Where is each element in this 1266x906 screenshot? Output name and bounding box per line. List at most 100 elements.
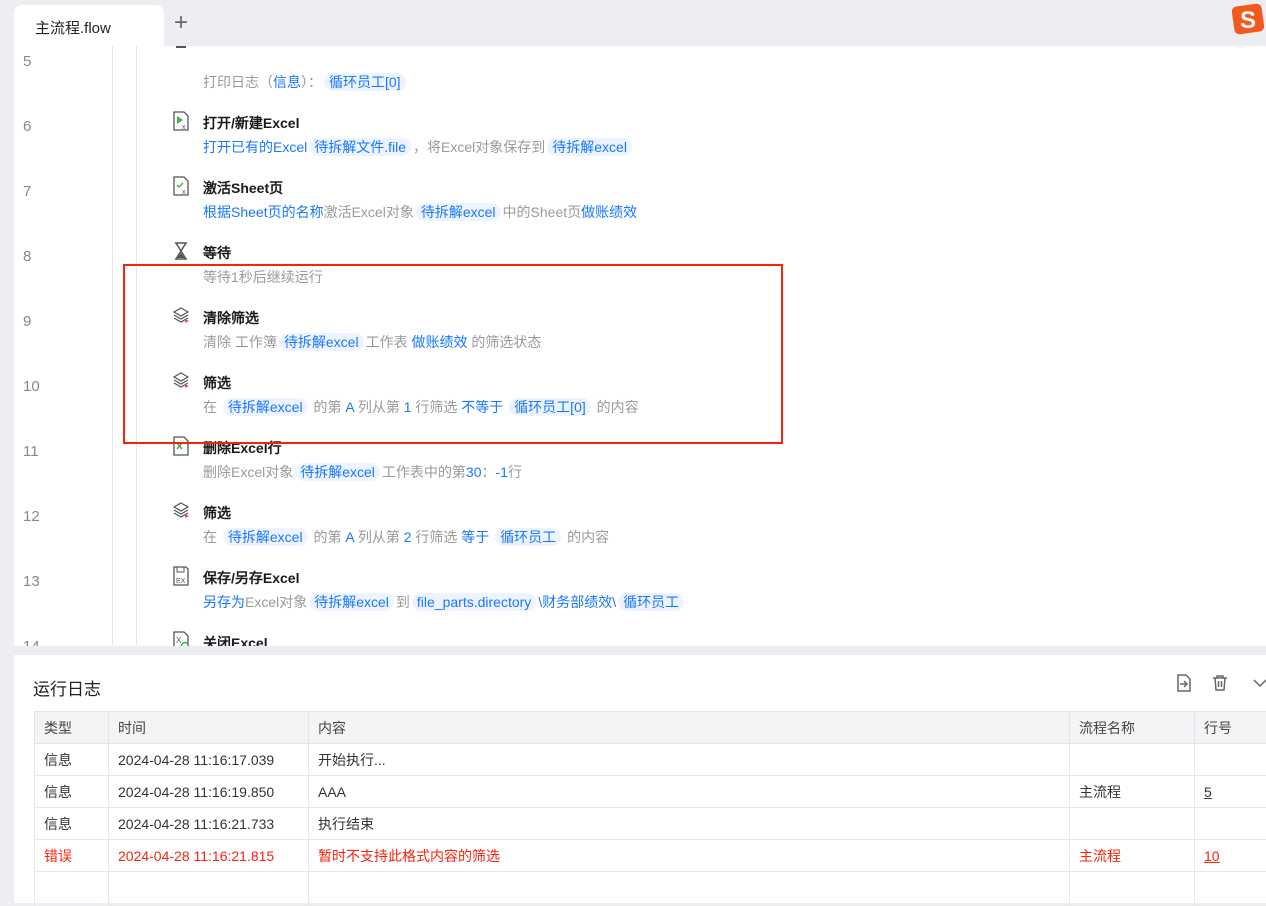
step-description: 删除Excel对象待拆解excel工作表中的第30：-1行 <box>203 462 522 482</box>
sogou-ime-logo-icon: S <box>1230 2 1266 36</box>
variable-chip[interactable]: 待拆解文件.file <box>309 138 411 156</box>
description-segment: 根据Sheet页的名称 <box>203 204 324 220</box>
description-segment: 信息 <box>273 74 301 90</box>
variable-chip[interactable]: 循环员工 <box>495 528 561 546</box>
filter-icon <box>172 501 190 521</box>
column-header[interactable]: 内容 <box>309 712 1070 744</box>
line-number: 9 <box>23 313 31 330</box>
line-number: 7 <box>23 183 31 200</box>
close-excel-icon: X <box>172 631 190 646</box>
column-header[interactable]: 时间 <box>109 712 309 744</box>
description-segment: 在 <box>203 529 221 545</box>
line-number: 5 <box>23 53 31 70</box>
tab-main-flow[interactable]: 主流程.flow <box>14 5 164 47</box>
step-title: 激活Sheet页 <box>203 178 283 198</box>
log-cell-content: 开始执行... <box>309 744 1070 776</box>
column-header[interactable]: 类型 <box>35 712 109 744</box>
log-cell-line[interactable] <box>1195 808 1266 840</box>
variable-chip[interactable]: 待拆解excel <box>223 528 308 546</box>
variable-chip[interactable]: 待拆解excel <box>309 593 394 611</box>
column-header[interactable]: 行号 <box>1195 712 1266 744</box>
variable-chip[interactable]: 待拆解excel <box>295 463 380 481</box>
chevron-down-icon[interactable] <box>1250 673 1266 693</box>
description-segment: 2 <box>404 529 412 545</box>
step-description: 打印日志（信息）：循环员工[0] <box>203 72 408 92</box>
step-title: 关闭Excel <box>203 633 268 646</box>
log-cell-type: 错误 <box>35 840 109 872</box>
log-cell-content: 暂时不支持此格式内容的筛选 <box>309 840 1070 872</box>
log-cell-flow: 主流程 <box>1070 840 1195 872</box>
description-segment: 打开已有的Excel <box>203 139 307 155</box>
empty-row <box>35 872 1266 906</box>
print-icon <box>172 46 190 66</box>
log-row[interactable]: 信息2024-04-28 11:16:19.850AAA主流程5 <box>35 776 1266 808</box>
log-cell-flow <box>1070 744 1195 776</box>
description-segment: 等于 <box>461 529 489 545</box>
description-segment: 行筛选 <box>412 529 462 545</box>
svg-text:S: S <box>1240 7 1256 34</box>
step-description: 根据Sheet页的名称激活Excel对象待拆解excel中的Sheet页做账绩效 <box>203 202 637 222</box>
svg-text:x: x <box>182 124 186 131</box>
description-segment: ，将Excel对象保存到 <box>413 139 545 155</box>
open-excel-icon: x <box>172 111 190 131</box>
description-segment: 到 <box>396 594 410 610</box>
add-tab-button[interactable]: + <box>174 10 188 36</box>
log-cell-time: 2024-04-28 11:16:21.815 <box>109 840 309 872</box>
variable-chip[interactable]: 待拆解excel <box>547 138 632 156</box>
log-cell-time: 2024-04-28 11:16:19.850 <box>109 776 309 808</box>
description-segment: 工作表中的第 <box>382 464 466 480</box>
log-row[interactable]: 信息2024-04-28 11:16:21.733执行结束 <box>35 808 1266 840</box>
log-row[interactable]: 错误2024-04-28 11:16:21.815暂时不支持此格式内容的筛选主流… <box>35 840 1266 872</box>
svg-text:X: X <box>176 636 182 645</box>
variable-chip[interactable]: 待拆解excel <box>416 203 501 221</box>
run-log-table: 类型时间内容流程名称行号 信息2024-04-28 11:16:17.039开始… <box>34 711 1266 906</box>
step-title: 等待 <box>203 243 231 263</box>
log-row[interactable]: 信息2024-04-28 11:16:17.039开始执行... <box>35 744 1266 776</box>
line-number: 11 <box>23 443 39 460</box>
line-number: 8 <box>23 248 31 265</box>
description-segment: -1 <box>496 464 508 480</box>
log-cell-line[interactable]: 10 <box>1195 840 1266 872</box>
step-title: 打开/新建Excel <box>203 113 299 133</box>
line-number: 13 <box>23 573 40 590</box>
description-segment: ）： <box>301 74 322 90</box>
log-cell-line[interactable] <box>1195 744 1266 776</box>
description-segment: Excel对象 <box>245 594 307 610</box>
variable-chip[interactable]: 循环员工 <box>618 593 684 611</box>
description-segment: 列从第 <box>354 529 404 545</box>
step-title: 筛选 <box>203 503 231 523</box>
activate-sheet-icon: x <box>172 176 190 196</box>
gutter-divider <box>112 46 113 646</box>
log-cell-time: 2024-04-28 11:16:17.039 <box>109 744 309 776</box>
description-segment: 的第 <box>310 529 346 545</box>
description-segment: \财务部绩效\ <box>538 594 616 610</box>
line-number: 6 <box>23 118 31 135</box>
description-segment: A <box>345 529 354 545</box>
description-segment: 30 <box>466 464 482 480</box>
highlight-annotation-box <box>123 264 783 444</box>
variable-chip[interactable]: 循环员工[0] <box>324 73 406 91</box>
log-cell-line[interactable]: 5 <box>1195 776 1266 808</box>
step-title: 保存/另存Excel <box>203 568 299 588</box>
description-segment: 行 <box>508 464 522 480</box>
line-number: 14 <box>23 638 40 646</box>
log-cell-type: 信息 <box>35 744 109 776</box>
description-segment: 删除Excel对象 <box>203 464 293 480</box>
svg-text:x: x <box>182 189 186 196</box>
description-segment: 做账绩效 <box>581 204 637 220</box>
log-cell-content: 执行结束 <box>309 808 1070 840</box>
step-description: 另存为Excel对象待拆解excel到file_parts.directory\… <box>203 592 686 612</box>
trash-icon[interactable] <box>1210 673 1230 693</box>
description-segment: 另存为 <box>203 594 245 610</box>
description-segment: 的内容 <box>563 529 609 545</box>
column-header[interactable]: 流程名称 <box>1070 712 1195 744</box>
run-log-panel: 运行日志 类型时间内容流程名称行号 信息2024-04-28 11:16:17.… <box>14 655 1266 903</box>
description-segment: 中的Sheet页 <box>503 204 582 220</box>
run-log-title: 运行日志 <box>33 675 101 700</box>
export-icon[interactable] <box>1174 673 1194 693</box>
log-cell-flow <box>1070 808 1195 840</box>
tab-bar: 主流程.flow + S <box>0 0 1266 46</box>
hourglass-icon <box>172 241 190 261</box>
variable-chip[interactable]: file_parts.directory <box>412 593 536 611</box>
description-segment: 激活Excel对象 <box>324 204 414 220</box>
